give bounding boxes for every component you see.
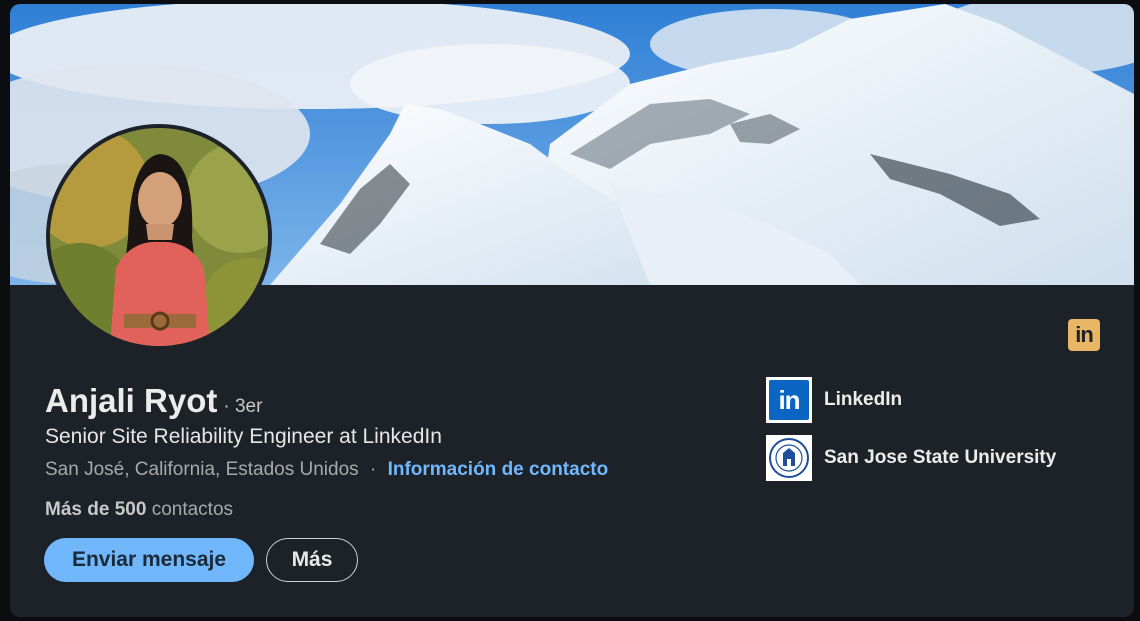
location-separator: · bbox=[369, 459, 377, 480]
org-name: LinkedIn bbox=[824, 389, 903, 410]
profile-card: in Anjali Ryot · 3er Senior Site Reliabi… bbox=[10, 4, 1134, 617]
contact-info-link[interactable]: Información de contacto bbox=[388, 459, 609, 480]
send-message-button[interactable]: Enviar mensaje bbox=[44, 538, 254, 582]
profile-headline: Senior Site Reliability Engineer at Link… bbox=[45, 425, 442, 448]
org-name: San Jose State University bbox=[824, 447, 1057, 468]
profile-name: Anjali Ryot bbox=[45, 382, 218, 419]
more-button[interactable]: Más bbox=[266, 538, 358, 582]
linkedin-badge-icon: in bbox=[1068, 319, 1100, 351]
connections-number: Más de 500 bbox=[45, 499, 147, 520]
sjsu-seal-icon bbox=[766, 435, 812, 481]
org-item-sjsu[interactable]: San Jose State University bbox=[766, 435, 1056, 481]
connection-degree: · 3er bbox=[223, 396, 263, 417]
profile-location: San José, California, Estados Unidos bbox=[45, 459, 359, 480]
connections-count[interactable]: Más de 500 contactos bbox=[45, 499, 233, 521]
profile-avatar[interactable] bbox=[46, 124, 272, 350]
location-row: San José, California, Estados Unidos · I… bbox=[45, 459, 608, 481]
name-row: Anjali Ryot · 3er bbox=[45, 382, 262, 420]
linkedin-logo-icon: in bbox=[766, 377, 812, 423]
org-item-linkedin[interactable]: in LinkedIn bbox=[766, 377, 902, 423]
connections-label: contactos bbox=[151, 499, 234, 520]
